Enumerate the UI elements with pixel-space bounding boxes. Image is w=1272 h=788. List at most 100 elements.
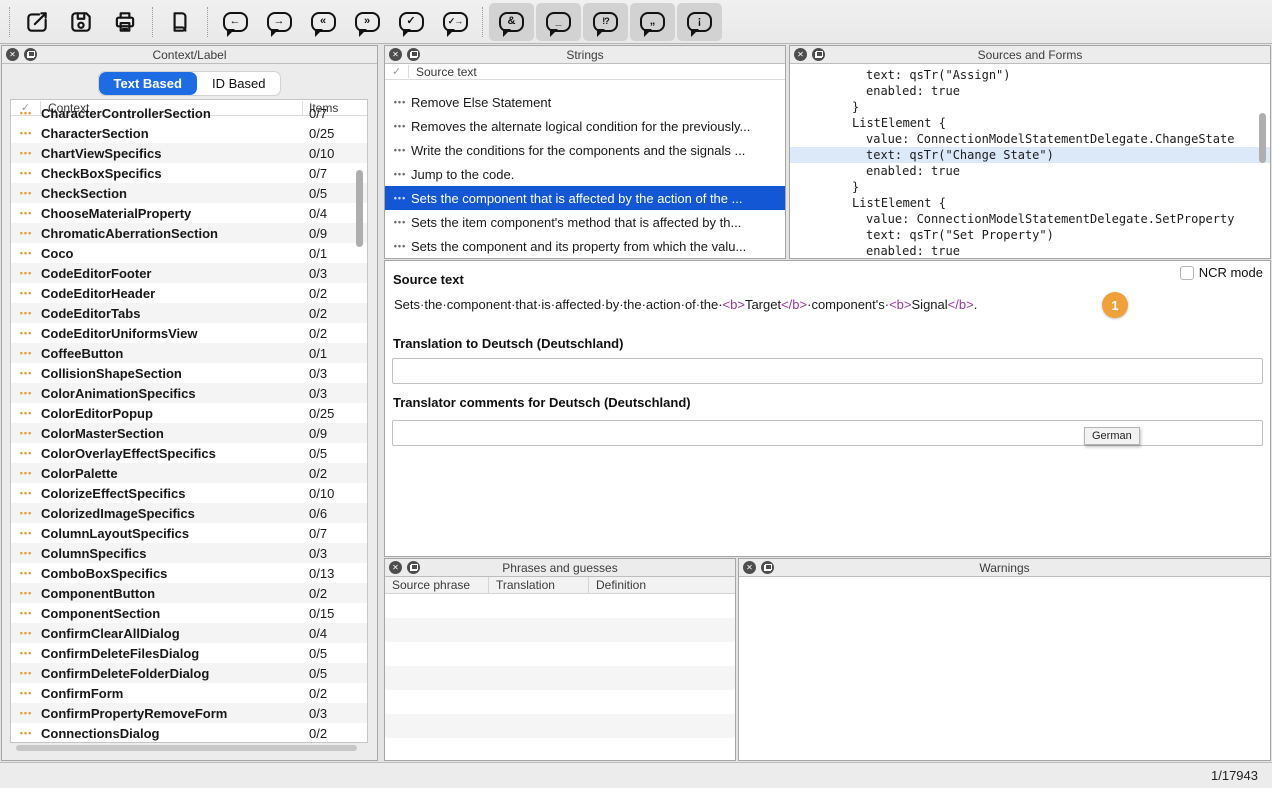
open-button[interactable]	[17, 3, 57, 41]
panel-title: Sources and Forms	[978, 48, 1083, 62]
toggle-phrase-matches-button[interactable]: „	[630, 3, 675, 41]
horizontal-scrollbar[interactable]	[16, 745, 357, 751]
close-icon[interactable]: ✕	[6, 48, 19, 61]
context-row[interactable]: •••ConfirmDeleteFilesDialog0/5	[11, 643, 367, 663]
context-row[interactable]: •••ColorizeEffectSpecifics0/10	[11, 483, 367, 503]
check-column-icon[interactable]: ✓	[385, 65, 409, 78]
string-row[interactable]: •••Jump to the code.	[385, 162, 785, 186]
float-icon[interactable]	[24, 48, 37, 61]
close-icon[interactable]: ✕	[389, 48, 402, 61]
context-row[interactable]: •••ColorMasterSection0/9	[11, 423, 367, 443]
phrase-book-button[interactable]	[160, 3, 200, 41]
context-row[interactable]: •••CodeEditorTabs0/2	[11, 303, 367, 323]
translation-column-header[interactable]: Translation	[489, 577, 589, 593]
context-row[interactable]: •••ComboBoxSpecifics0/13	[11, 563, 367, 583]
context-name: ColumnLayoutSpecifics	[41, 526, 303, 541]
done-and-next-button[interactable]: ✓→	[435, 3, 475, 41]
source-text-column-header[interactable]: Source text	[409, 65, 785, 79]
context-row[interactable]: •••CheckSection0/5	[11, 183, 367, 203]
float-icon[interactable]	[761, 561, 774, 574]
context-row[interactable]: •••CharacterControllerSection0/7	[11, 103, 367, 123]
next-unfinished-button[interactable]: →	[259, 3, 299, 41]
context-items: 0/7	[303, 526, 367, 541]
context-row[interactable]: •••CodeEditorUniformsView0/2	[11, 323, 367, 343]
code-line: value: ConnectionModelStatementDelegate.…	[790, 211, 1270, 227]
context-name: ColorMasterSection	[41, 426, 303, 441]
context-row[interactable]: •••ComponentSection0/15	[11, 603, 367, 623]
save-button[interactable]	[61, 3, 101, 41]
context-row[interactable]: •••CharacterSection0/25	[11, 123, 367, 143]
context-row[interactable]: •••ConnectionsDialog0/2	[11, 723, 367, 743]
translation-input[interactable]	[392, 358, 1263, 384]
context-row[interactable]: •••ChooseMaterialProperty0/4	[11, 203, 367, 223]
context-row[interactable]: •••ColorOverlayEffectSpecifics0/5	[11, 443, 367, 463]
close-icon[interactable]: ✕	[389, 561, 402, 574]
source-segment: Target	[745, 297, 781, 312]
context-row[interactable]: •••CodeEditorHeader0/2	[11, 283, 367, 303]
context-row[interactable]: •••ComponentButton0/2	[11, 583, 367, 603]
context-row[interactable]: •••ConfirmDeleteFolderDialog0/5	[11, 663, 367, 683]
context-row[interactable]: •••ColumnLayoutSpecifics0/7	[11, 523, 367, 543]
context-row[interactable]: •••ConfirmClearAllDialog0/4	[11, 623, 367, 643]
string-position-indicator: 1/17943	[1211, 768, 1258, 783]
unfinished-icon: •••	[11, 408, 41, 418]
toggle-whitespace-button[interactable]: _	[536, 3, 581, 41]
print-button[interactable]	[105, 3, 145, 41]
string-row[interactable]: •••Sets the component and its property f…	[385, 234, 785, 258]
source-code-view[interactable]: text: qsTr("Assign")enabled: true}ListEl…	[790, 64, 1270, 256]
icon-glyph: ✓	[406, 16, 415, 27]
done-button[interactable]: ✓	[391, 3, 431, 41]
toggle-place-markers-button[interactable]: ¡	[677, 3, 722, 41]
vertical-scrollbar[interactable]	[356, 170, 363, 247]
ncr-mode-checkbox[interactable]	[1180, 266, 1194, 280]
context-row[interactable]: •••Coco0/1	[11, 243, 367, 263]
context-row[interactable]: •••ConfirmForm0/2	[11, 683, 367, 703]
string-row[interactable]	[385, 80, 785, 90]
float-icon[interactable]	[407, 561, 420, 574]
toggle-punctuation-button[interactable]: !?	[583, 3, 628, 41]
context-row[interactable]: •••ColorizedImageSpecifics0/6	[11, 503, 367, 523]
context-panel-header: ✕ Context/Label	[2, 46, 377, 64]
context-row[interactable]: •••ColumnSpecifics0/3	[11, 543, 367, 563]
prev-unfinished-button[interactable]: ←	[215, 3, 255, 41]
context-row[interactable]: •••ColorAnimationSpecifics0/3	[11, 383, 367, 403]
prev-button[interactable]: «	[303, 3, 343, 41]
unfinished-icon: •••	[11, 228, 41, 238]
source-phrase-column-header[interactable]: Source phrase	[385, 577, 489, 593]
string-row[interactable]: •••Remove Else Statement	[385, 90, 785, 114]
unfinished-icon: •••	[11, 308, 41, 318]
context-row[interactable]: •••ConfirmPropertyRemoveForm0/3	[11, 703, 367, 723]
context-row[interactable]: •••ColorEditorPopup0/25	[11, 403, 367, 423]
close-icon[interactable]: ✕	[794, 48, 807, 61]
tab-text-based[interactable]: Text Based	[99, 72, 197, 95]
context-items: 0/5	[303, 666, 367, 681]
string-row[interactable]: •••Write the conditions for the componen…	[385, 138, 785, 162]
definition-column-header[interactable]: Definition	[589, 577, 735, 593]
phrase-row	[385, 714, 735, 738]
toggle-accelerators-button[interactable]: &	[489, 3, 534, 41]
context-row[interactable]: •••CollisionShapeSection0/3	[11, 363, 367, 383]
float-icon[interactable]	[812, 48, 825, 61]
context-row[interactable]: •••ChartViewSpecifics0/10	[11, 143, 367, 163]
context-name: ColorAnimationSpecifics	[41, 386, 303, 401]
context-row[interactable]: •••CheckBoxSpecifics0/7	[11, 163, 367, 183]
string-source-text: Sets the component and its property from…	[411, 239, 746, 254]
vertical-scrollbar[interactable]	[1259, 113, 1266, 163]
close-icon[interactable]: ✕	[743, 561, 756, 574]
done-icon: ✓	[399, 12, 424, 32]
context-row[interactable]: •••CodeEditorFooter0/3	[11, 263, 367, 283]
code-line: ListElement {	[790, 115, 1270, 131]
context-row[interactable]: •••ColorPalette0/2	[11, 463, 367, 483]
context-name: ComboBoxSpecifics	[41, 566, 303, 581]
next-button[interactable]: »	[347, 3, 387, 41]
strings-panel-header: ✕ Strings	[385, 46, 785, 64]
strings-table-header: ✓ Source text	[385, 64, 785, 80]
string-row[interactable]: •••Sets the component that is affected b…	[385, 186, 785, 210]
string-row[interactable]: •••Sets the item component's method that…	[385, 210, 785, 234]
string-row[interactable]: •••Removes the alternate logical conditi…	[385, 114, 785, 138]
context-row[interactable]: •••CoffeeButton0/1	[11, 343, 367, 363]
tab-id-based[interactable]: ID Based	[197, 72, 280, 95]
accelerators-icon: &	[499, 12, 524, 32]
float-icon[interactable]	[407, 48, 420, 61]
context-row[interactable]: •••ChromaticAberrationSection0/9	[11, 223, 367, 243]
